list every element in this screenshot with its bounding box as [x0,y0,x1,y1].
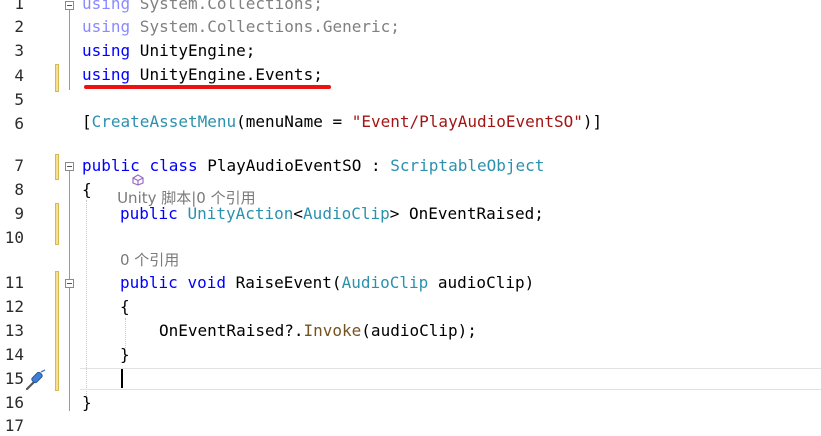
code-line-2[interactable]: using System.Collections.Generic; [82,17,400,37]
line-number: 12 [4,297,24,316]
line-number: 13 [4,321,24,340]
line-number: 4 [14,66,24,85]
change-marker [55,64,59,92]
line-number: 6 [14,114,24,133]
red-underline-annotation [84,85,331,89]
line-number: 2 [14,17,24,36]
line-number: 11 [4,273,24,292]
codelens-references[interactable]: 0 个引用 [120,251,179,269]
fold-guide [69,10,70,90]
code-line-9[interactable]: public UnityAction<AudioClip> OnEventRai… [120,204,544,224]
change-marker [55,154,59,180]
line-number: 1 [14,0,24,13]
code-line-11[interactable]: public void RaiseEvent(AudioClip audioCl… [120,273,534,293]
indent-guide [125,318,126,348]
code-line-3[interactable]: using UnityEngine; [82,41,255,61]
line-number: 17 [4,416,24,435]
code-line-8[interactable]: { [82,180,92,200]
line-number: 5 [14,90,24,109]
change-marker [55,203,59,245]
change-marker [55,271,59,391]
text-caret [121,369,123,388]
code-line-13[interactable]: OnEventRaised?.Invoke(audioClip); [159,321,477,341]
line-number: 7 [14,156,24,175]
code-line-1[interactable]: using System.Collections; [82,0,323,14]
code-editor[interactable]: 1 2 3 4 5 6 7 8 9 10 11 12 13 14 15 16 1… [0,0,821,435]
code-line-16[interactable]: } [82,393,92,413]
screwdriver-icon[interactable] [24,368,48,392]
line-number: 8 [14,180,24,199]
code-line-6[interactable]: [CreateAssetMenu(menuName = "Event/PlayA… [82,112,602,132]
line-number: 9 [14,204,24,223]
line-number: 14 [4,345,24,364]
fold-guide [69,171,70,411]
line-number: 3 [14,41,24,60]
code-line-7[interactable]: public class PlayAudioEventSO : Scriptab… [82,156,544,176]
collapse-toggle-icon[interactable] [65,1,74,10]
line-number: 10 [4,228,24,247]
line-number: 15 [4,369,24,388]
current-line-highlight [80,368,821,390]
line-number: 16 [4,393,24,412]
code-line-12[interactable]: { [120,297,130,317]
code-line-4[interactable]: using UnityEngine.Events; [82,65,323,85]
collapse-toggle-icon[interactable] [65,162,74,171]
collapse-toggle-icon[interactable] [65,279,74,288]
code-line-14[interactable]: } [120,345,130,365]
